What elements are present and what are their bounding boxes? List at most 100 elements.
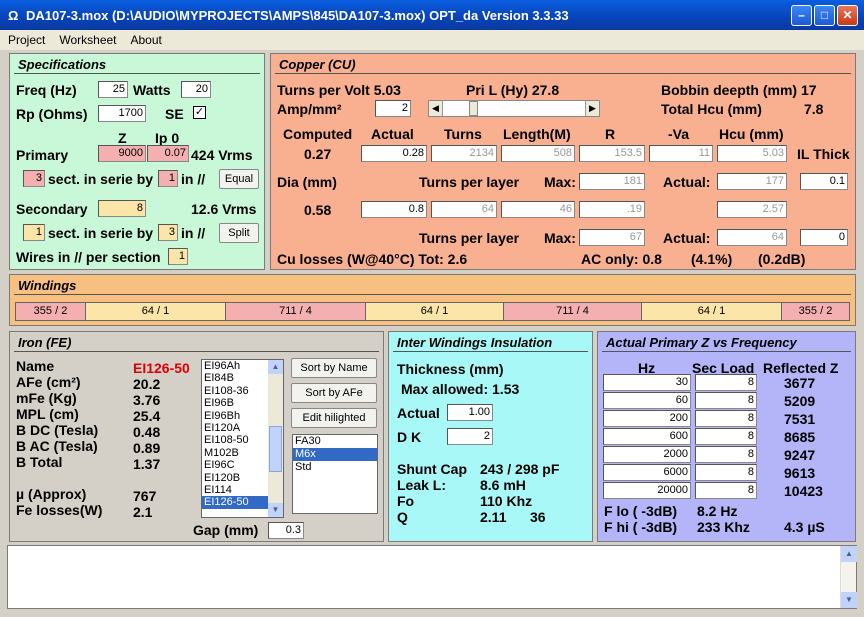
core-list-scrollbar[interactable]: ▲ ▼ — [268, 360, 283, 517]
turns-per-layer-primary-label: Turns per layer — [419, 174, 520, 190]
primary-label: Primary — [16, 147, 69, 163]
notes-textarea[interactable]: ▲ ▼ — [7, 545, 857, 609]
turns-header: Turns — [444, 126, 482, 142]
winding-segment[interactable]: 64 / 1 — [86, 303, 226, 320]
frequency-hz-input[interactable]: 20000 — [603, 482, 691, 499]
winding-segment[interactable]: 711 / 4 — [504, 303, 642, 320]
notes-scrollbar[interactable]: ▲ ▼ — [840, 546, 857, 608]
insulation-panel: Inter Windings Insulation Thickness (mm)… — [388, 331, 593, 542]
minimize-button[interactable]: – — [791, 5, 812, 26]
iron-name-value: EI126-50 — [133, 360, 190, 376]
menu-about[interactable]: About — [123, 30, 168, 47]
sec-load-input[interactable]: 8 — [695, 482, 757, 499]
edit-highlighted-button[interactable]: Edit hilighted — [291, 408, 377, 428]
rise-time-value: 4.3 µS — [784, 519, 825, 535]
mpl-label: MPL (cm) — [16, 406, 79, 422]
slider-right-arrow-icon[interactable]: ▶ — [585, 101, 599, 116]
sort-by-name-button[interactable]: Sort by Name — [291, 358, 377, 378]
bac-label: B AC (Tesla) — [16, 438, 98, 454]
max-primary-label: Max: — [544, 174, 576, 190]
mfe-value: 3.76 — [133, 392, 161, 408]
winding-segment[interactable]: 64 / 1 — [642, 303, 782, 320]
turns-per-layer-secondary-label: Turns per layer — [419, 230, 520, 246]
frequency-hz-input[interactable]: 600 — [603, 428, 691, 445]
slider-left-arrow-icon[interactable]: ◀ — [429, 101, 443, 116]
bdc-label: B DC (Tesla) — [16, 422, 99, 438]
secondary-parallel-input[interactable]: 3 — [158, 224, 178, 241]
sort-by-afe-button[interactable]: Sort by AFe — [291, 383, 377, 403]
btotal-value: 1.37 — [133, 456, 161, 472]
primary-sections-input[interactable]: 3 — [23, 170, 45, 187]
primary-z-field[interactable]: 9000 — [98, 145, 146, 162]
secondary-sections-input[interactable]: 1 — [23, 224, 45, 241]
q-value-2: 36 — [530, 509, 546, 525]
equal-button[interactable]: Equal — [219, 169, 259, 189]
wires-input[interactable]: 1 — [168, 248, 188, 265]
max-primary-field: 181 — [579, 173, 645, 190]
sec-load-input[interactable]: 8 — [695, 428, 757, 445]
frequency-hz-input[interactable]: 60 — [603, 392, 691, 409]
material-list-item[interactable]: Std — [293, 461, 377, 474]
length-secondary-field: 46 — [501, 201, 575, 218]
primary-parallel-input[interactable]: 1 — [158, 170, 178, 187]
z-header: Z — [118, 130, 127, 146]
gap-input[interactable]: 0.3 — [268, 522, 304, 539]
se-checkbox[interactable]: ✓ — [193, 106, 206, 119]
fo-label: Fo — [397, 493, 415, 509]
il-thick-primary-input[interactable]: 0.1 — [800, 173, 848, 190]
notes-scroll-up-icon[interactable]: ▲ — [841, 546, 857, 562]
il-thick-secondary-input[interactable]: 0 — [800, 229, 848, 246]
ip0-header: Ip 0 — [155, 130, 180, 146]
winding-segment[interactable]: 711 / 4 — [226, 303, 366, 320]
material-list[interactable]: FA30 M6x Std — [292, 434, 378, 514]
notes-scroll-down-icon[interactable]: ▼ — [841, 592, 857, 608]
scroll-up-arrow-icon[interactable]: ▲ — [268, 360, 283, 374]
actual-primary-input[interactable]: 0.28 — [361, 145, 427, 162]
rp-input[interactable]: 1700 — [98, 105, 146, 122]
insul-actual-label: Actual — [397, 405, 440, 421]
maximize-button[interactable]: □ — [814, 5, 835, 26]
reflected-z-value: 5209 — [784, 393, 816, 409]
sec-load-input[interactable]: 8 — [695, 392, 757, 409]
frequency-hz-input[interactable]: 200 — [603, 410, 691, 427]
sec-load-input[interactable]: 8 — [695, 464, 757, 481]
sec-load-input[interactable]: 8 — [695, 446, 757, 463]
close-button[interactable]: ✕ — [837, 5, 858, 26]
slider-thumb[interactable] — [469, 101, 478, 116]
core-list[interactable]: EI96Ah EI84B EI108-36 EI96B EI96Bh EI120… — [201, 359, 284, 518]
material-list-item[interactable]: FA30 — [293, 435, 377, 448]
frequency-hz-input[interactable]: 6000 — [603, 464, 691, 481]
winding-segment[interactable]: 355 / 2 — [782, 303, 849, 320]
menu-project[interactable]: Project — [0, 30, 51, 47]
scroll-down-arrow-icon[interactable]: ▼ — [268, 503, 283, 517]
secondary-in-parallel-text: in // — [181, 225, 206, 241]
menu-worksheet[interactable]: Worksheet — [51, 30, 122, 47]
watts-input[interactable]: 20 — [181, 81, 211, 98]
primary-ip0-field: 0.07 — [147, 145, 189, 162]
specifications-panel: Specifications Freq (Hz) 25 Watts 20 Rp … — [9, 53, 265, 270]
sec-load-input[interactable]: 8 — [695, 374, 757, 391]
split-button[interactable]: Split — [219, 223, 259, 243]
dk-input[interactable]: 2 — [447, 428, 493, 445]
iron-name-label: Name — [16, 358, 55, 374]
actual-secondary-input[interactable]: 0.8 — [361, 201, 427, 218]
sec-load-input[interactable]: 8 — [695, 410, 757, 427]
amp-density-slider[interactable]: ◀ ▶ — [428, 100, 600, 117]
frequency-hz-input[interactable]: 2000 — [603, 446, 691, 463]
btotal-label: B Total — [16, 454, 63, 470]
total-hcu-value: 7.8 — [804, 101, 824, 117]
amp-density-input[interactable]: 2 — [375, 100, 411, 117]
scroll-thumb[interactable] — [269, 426, 282, 472]
insul-actual-input[interactable]: 1.00 — [447, 404, 493, 421]
copper-panel: Copper (CU) Turns per Volt 5.03 Pri L (H… — [270, 53, 856, 270]
frequency-hz-input[interactable]: 30 — [603, 374, 691, 391]
dk-label: D K — [397, 429, 422, 445]
r-secondary-field: .19 — [579, 201, 645, 218]
freq-input[interactable]: 25 — [98, 81, 128, 98]
secondary-z-field[interactable]: 8 — [98, 200, 146, 217]
winding-segment[interactable]: 64 / 1 — [366, 303, 504, 320]
reflected-z-value: 10423 — [784, 483, 823, 499]
winding-segment[interactable]: 355 / 2 — [16, 303, 86, 320]
material-list-item-selected[interactable]: M6x — [293, 448, 377, 461]
turns-primary-field: 2134 — [431, 145, 497, 162]
